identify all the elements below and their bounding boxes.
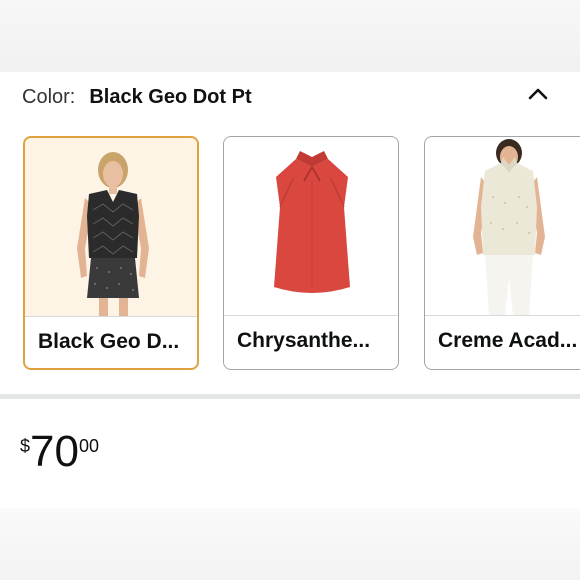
color-label: Color: [22,86,76,108]
price-fraction: 00 [78,436,99,456]
color-label-row: Color: Black Geo Dot Pt [22,86,252,112]
price-whole: 70 [30,427,79,476]
swatch-label: Chrysanthe... [224,315,398,369]
price: $ 70 00 [20,430,99,490]
bottom-faded-area [0,508,580,580]
section-divider [0,394,580,399]
swatch-image [25,138,197,316]
chevron-up-icon[interactable] [524,80,552,108]
price-currency-symbol: $ [20,436,31,456]
selected-color-name: Black Geo Dot Pt [89,86,252,108]
swatch-label: Creme Acad... [425,315,580,369]
model-black-top-image [77,152,149,316]
top-faded-area [0,0,580,72]
swatch-image [425,137,580,315]
swatch-image [224,137,398,315]
swatch-label: Black Geo D... [25,316,197,368]
color-swatch-black-geo-dot[interactable]: Black Geo D... [23,136,199,370]
red-top-image [274,151,350,293]
color-swatch-chrysanthemum[interactable]: Chrysanthe... [223,136,399,370]
model-creme-top-image [473,139,545,315]
color-swatch-creme-academy[interactable]: Creme Acad... [424,136,580,370]
